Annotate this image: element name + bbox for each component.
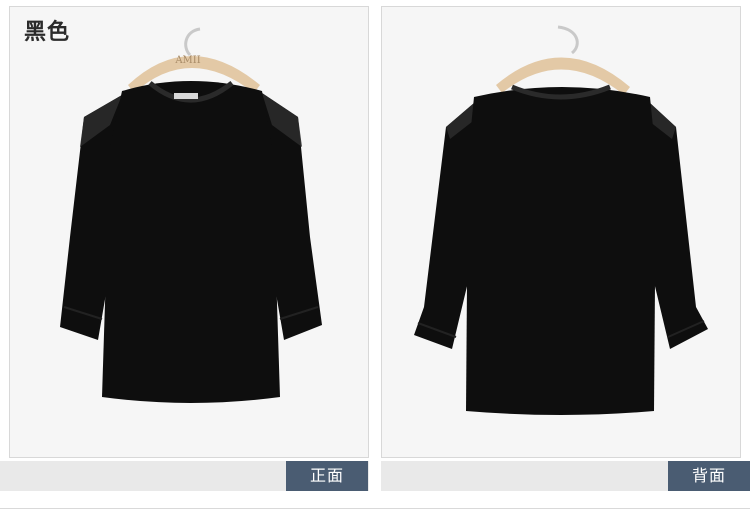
section-divider xyxy=(0,508,750,509)
color-label: 黑色 xyxy=(24,20,71,45)
front-view-photo: AMII xyxy=(60,27,322,403)
hanger-brand-text: AMII xyxy=(174,55,200,66)
shirt-body xyxy=(466,87,656,415)
shirt-body xyxy=(102,81,280,403)
product-detail-page: 黑色 AMII 正面 背面 xyxy=(0,0,750,521)
front-view-tag: 正面 xyxy=(286,461,368,491)
neck-label xyxy=(174,93,198,99)
back-view-panel xyxy=(381,6,741,458)
back-view-tag: 背面 xyxy=(668,461,750,491)
hanger-hook xyxy=(184,27,201,57)
front-view-panel: AMII xyxy=(9,6,369,458)
hanger-hook xyxy=(557,25,579,55)
back-view-photo xyxy=(414,25,708,415)
